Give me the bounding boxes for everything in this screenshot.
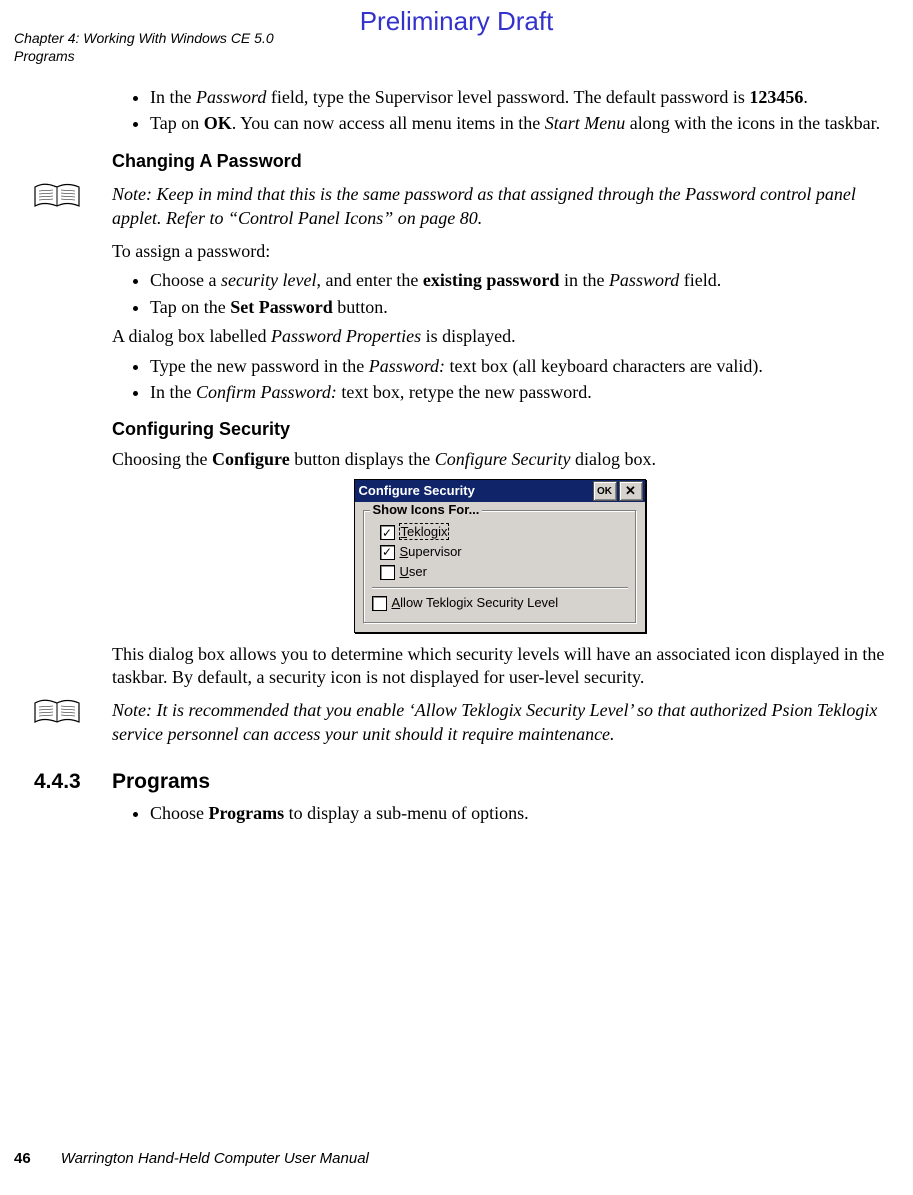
text: In the	[150, 382, 196, 402]
text: in the	[559, 270, 609, 290]
text: Choose	[150, 803, 209, 823]
checkbox-label: Teklogix	[400, 524, 449, 541]
text: A dialog box labelled	[112, 326, 271, 346]
list-item: In the Confirm Password: text box, retyp…	[150, 381, 887, 404]
text: Type the new password in the	[150, 356, 369, 376]
note-block: Note: Keep in mind that this is the same…	[22, 179, 887, 234]
checkbox-row-teklogix[interactable]: ✓ Teklogix	[380, 524, 628, 541]
list-item: Tap on OK. You can now access all menu i…	[150, 112, 887, 135]
subheading-changing-password: Changing A Password	[112, 150, 887, 173]
text-italic: Password	[609, 270, 679, 290]
text: Tap on the	[150, 297, 230, 317]
text-bold: 123456	[749, 87, 803, 107]
text: text box, retype the new password.	[337, 382, 592, 402]
list-item: In the Password field, type the Supervis…	[150, 86, 887, 109]
text: button displays the	[290, 449, 435, 469]
underline-char: S	[400, 544, 409, 559]
bullet-list-3: Type the new password in the Password: t…	[112, 355, 887, 405]
text-bold: existing password	[423, 270, 560, 290]
text: In the	[150, 87, 196, 107]
groupbox-legend: Show Icons For...	[370, 502, 483, 519]
checkbox-row-user[interactable]: User	[380, 564, 628, 581]
list-item: Tap on the Set Password button.	[150, 296, 887, 319]
dialog-title: Configure Security	[359, 483, 591, 500]
paragraph: Choosing the Configure button displays t…	[112, 448, 887, 471]
underline-char: A	[392, 595, 401, 610]
text-italic: Start Menu	[545, 113, 626, 133]
bullet-list-2: Choose a security level, and enter the e…	[112, 269, 887, 319]
paragraph: A dialog box labelled Password Propertie…	[112, 325, 887, 348]
list-item: Choose a security level, and enter the e…	[150, 269, 887, 292]
note-text: It is recommended that you enable ‘Allow…	[112, 700, 877, 743]
paragraph: To assign a password:	[112, 240, 887, 263]
note-label: Note:	[112, 184, 157, 204]
list-item: Choose Programs to display a sub-menu of…	[150, 802, 887, 825]
book-icon	[32, 697, 82, 733]
running-header: Chapter 4: Working With Windows CE 5.0 P…	[14, 30, 274, 65]
text: , and enter the	[316, 270, 422, 290]
text: Choose a	[150, 270, 221, 290]
text-italic: Password:	[369, 356, 445, 376]
text-italic: Password	[196, 87, 266, 107]
text: text box (all keyboard characters are va…	[445, 356, 763, 376]
note-label: Note:	[112, 700, 157, 720]
checkbox-icon[interactable]	[372, 596, 387, 611]
book-icon	[32, 181, 82, 217]
configure-security-dialog: Configure Security OK ✕ Show Icons For..…	[354, 479, 646, 633]
text: dialog box.	[571, 449, 657, 469]
section-title: Programs	[112, 770, 210, 793]
text: field, type the Supervisor level passwor…	[266, 87, 749, 107]
text: .	[803, 87, 808, 107]
manual-title: Warrington Hand-Held Computer User Manua…	[61, 1150, 369, 1167]
text: Choosing the	[112, 449, 212, 469]
text-bold: OK	[204, 113, 232, 133]
page-content: In the Password field, type the Supervis…	[112, 80, 887, 831]
checkbox-label: Supervisor	[400, 544, 462, 561]
bullet-list-4: Choose Programs to display a sub-menu of…	[112, 802, 887, 825]
ok-button[interactable]: OK	[593, 481, 617, 501]
text: is displayed.	[421, 326, 516, 346]
checkbox-label: User	[400, 564, 427, 581]
header-line-1: Chapter 4: Working With Windows CE 5.0	[14, 30, 274, 48]
text: to display a sub-menu of options.	[284, 803, 528, 823]
text-bold: Configure	[212, 449, 290, 469]
show-icons-groupbox: Show Icons For... ✓ Teklogix ✓ Superviso…	[363, 510, 637, 624]
bullet-list-1: In the Password field, type the Supervis…	[112, 86, 887, 136]
page-number: 46	[14, 1150, 31, 1167]
dialog-titlebar[interactable]: Configure Security OK ✕	[355, 480, 645, 502]
list-item: Type the new password in the Password: t…	[150, 355, 887, 378]
text-italic: security level	[221, 270, 316, 290]
checkbox-icon[interactable]: ✓	[380, 525, 395, 540]
underline-char: U	[400, 564, 409, 579]
divider	[372, 587, 628, 589]
text: llow Teklogix Security Level	[400, 595, 558, 610]
text: button.	[333, 297, 388, 317]
checkbox-icon[interactable]: ✓	[380, 545, 395, 560]
text: Tap on	[150, 113, 204, 133]
note-text: Keep in mind that this is the same passw…	[112, 184, 856, 227]
section-number: 4.4.3	[34, 768, 112, 795]
checkbox-label: Allow Teklogix Security Level	[392, 595, 559, 612]
close-icon[interactable]: ✕	[619, 481, 643, 501]
header-line-2: Programs	[14, 48, 274, 66]
page-footer: 46 Warrington Hand-Held Computer User Man…	[14, 1150, 369, 1167]
checkbox-row-allow-teklogix[interactable]: Allow Teklogix Security Level	[372, 595, 628, 612]
text-bold: Programs	[209, 803, 285, 823]
text: upervisor	[408, 544, 461, 559]
text-bold: Set Password	[230, 297, 333, 317]
text: eklogix	[407, 524, 447, 539]
text: field.	[679, 270, 721, 290]
note-block: Note: It is recommended that you enable …	[22, 695, 887, 750]
section-heading-programs: 4.4.3Programs	[112, 768, 887, 795]
text: . You can now access all menu items in t…	[232, 113, 545, 133]
text: along with the icons in the taskbar.	[625, 113, 880, 133]
text: ser	[409, 564, 427, 579]
checkbox-row-supervisor[interactable]: ✓ Supervisor	[380, 544, 628, 561]
text-italic: Password Properties	[271, 326, 421, 346]
subheading-configuring-security: Configuring Security	[112, 418, 887, 441]
paragraph: This dialog box allows you to determine …	[112, 643, 887, 690]
text-italic: Confirm Password:	[196, 382, 337, 402]
checkbox-icon[interactable]	[380, 565, 395, 580]
text-italic: Configure Security	[435, 449, 571, 469]
